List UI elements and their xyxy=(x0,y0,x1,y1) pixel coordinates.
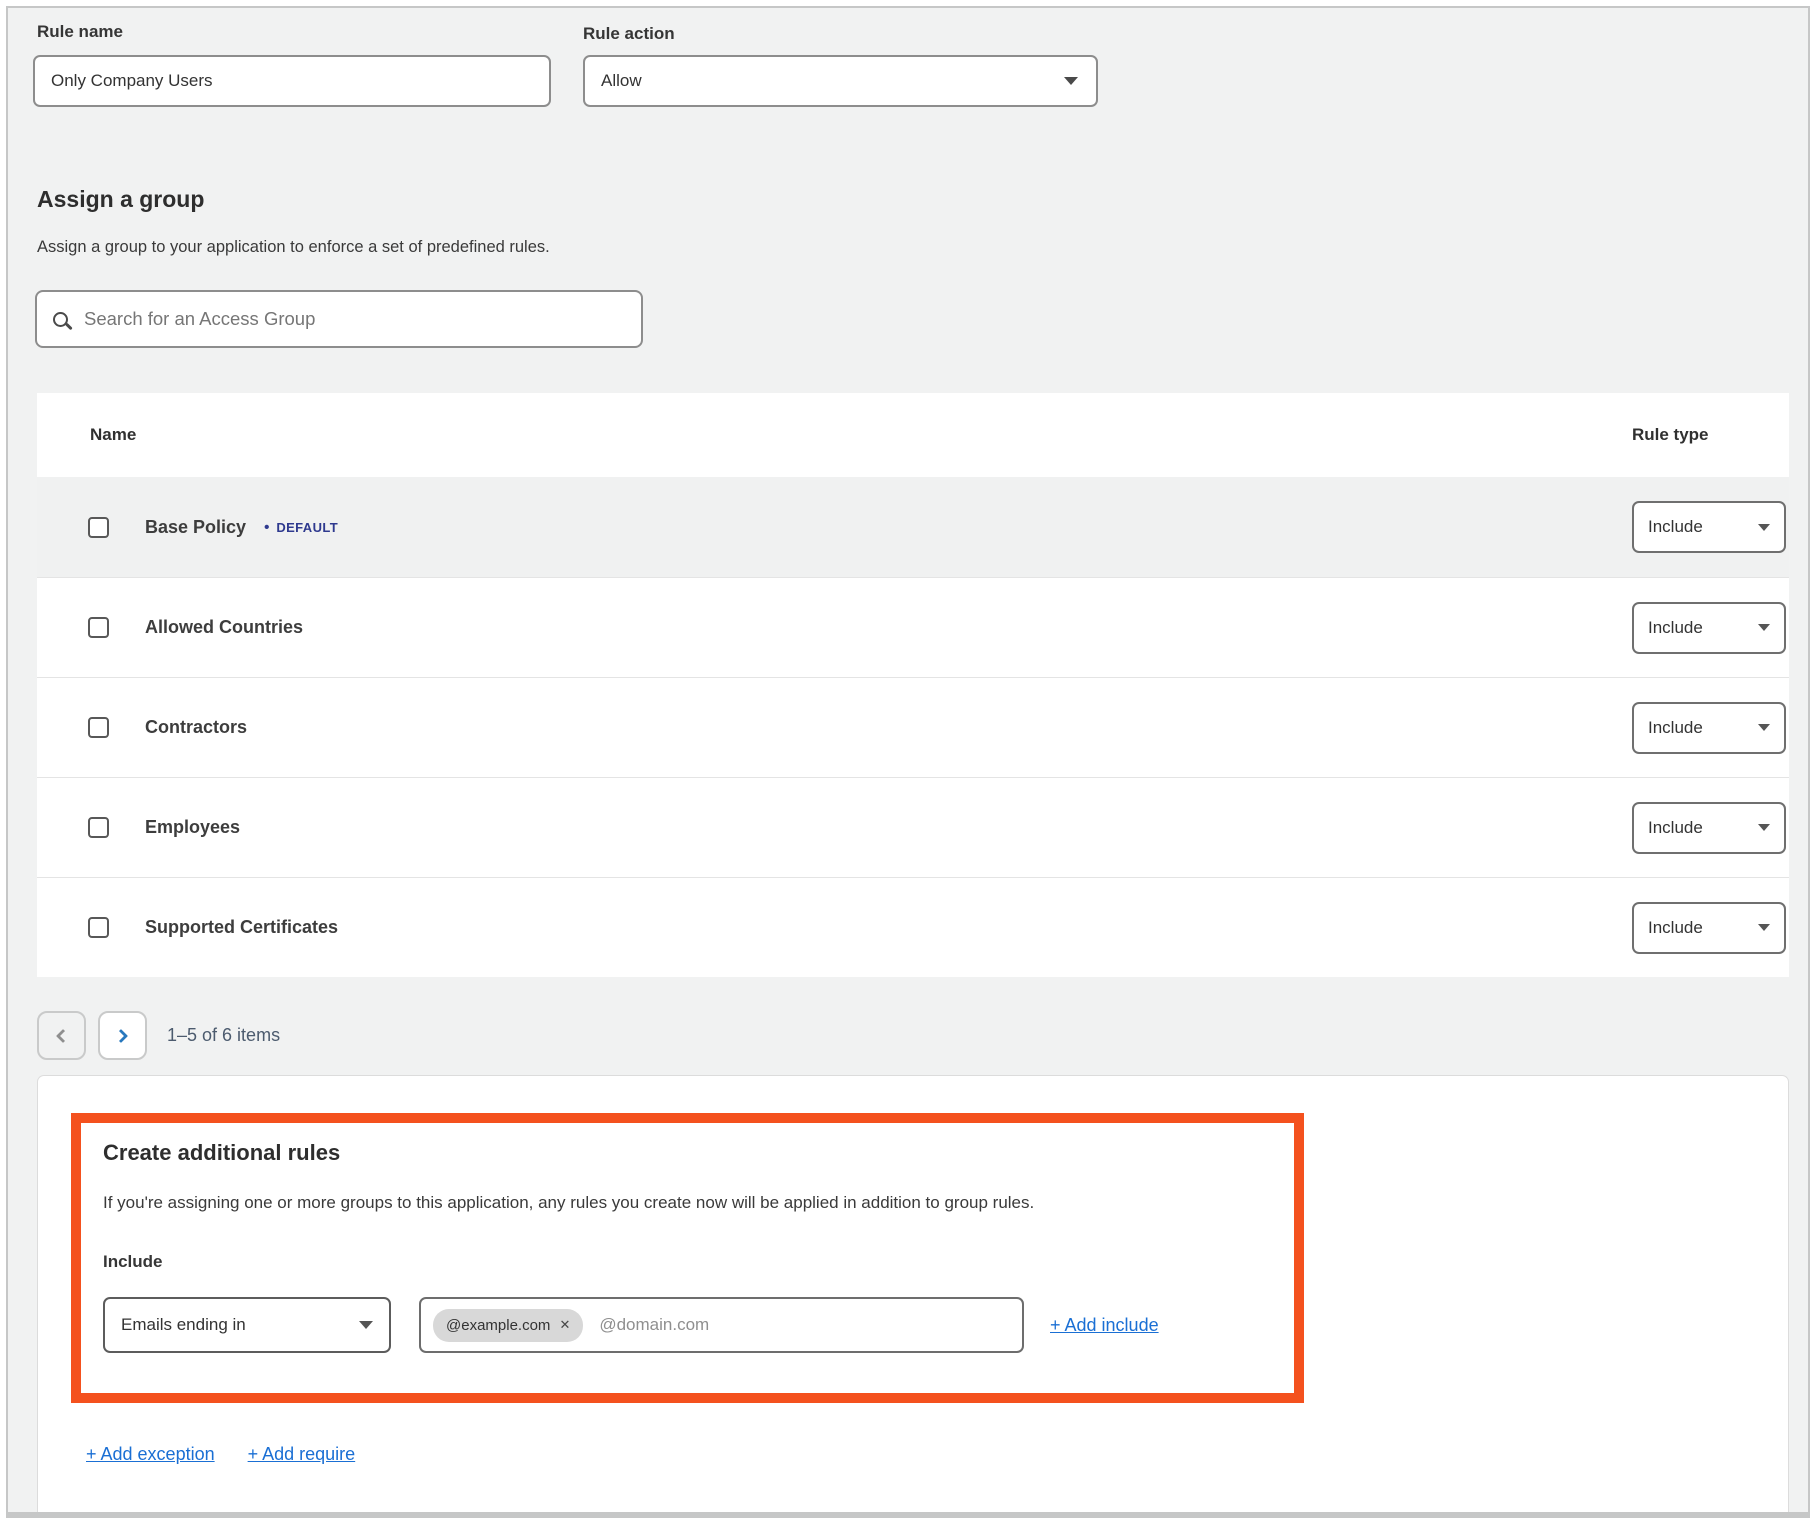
chevron-down-icon xyxy=(1758,824,1770,831)
rule-action-select[interactable]: Allow xyxy=(583,55,1098,107)
rule-name-input[interactable] xyxy=(33,55,551,107)
email-domain-input[interactable] xyxy=(599,1315,1010,1335)
add-require-link[interactable]: + Add require xyxy=(248,1444,356,1465)
rule-type-select[interactable]: Include xyxy=(1632,802,1786,854)
chevron-down-icon xyxy=(1758,624,1770,631)
chevron-right-icon xyxy=(114,1028,128,1042)
rule-type-value: Include xyxy=(1648,718,1703,738)
default-badge: • DEFAULT xyxy=(264,519,338,536)
chevron-down-icon xyxy=(1758,524,1770,531)
chip-remove-icon[interactable]: ✕ xyxy=(559,1317,570,1333)
rule-type-select[interactable]: Include xyxy=(1632,602,1786,654)
table-row: Employees Include xyxy=(37,777,1789,877)
next-page-button[interactable] xyxy=(98,1011,147,1060)
column-header-name: Name xyxy=(90,425,1632,445)
rule-type-value: Include xyxy=(1648,517,1703,537)
group-name: Contractors xyxy=(145,717,247,738)
rule-type-value: Include xyxy=(1648,618,1703,638)
create-additional-rules-heading: Create additional rules xyxy=(103,1140,1272,1166)
page-frame: Rule name Rule action Allow Assign a gro… xyxy=(6,6,1810,1518)
rule-type-select[interactable]: Include xyxy=(1632,902,1786,954)
include-label: Include xyxy=(103,1252,1272,1272)
previous-page-button[interactable] xyxy=(37,1011,86,1060)
row-checkbox[interactable] xyxy=(88,517,109,538)
table-row: Supported Certificates Include xyxy=(37,877,1789,977)
default-badge-label: DEFAULT xyxy=(276,520,338,535)
assign-group-heading: Assign a group xyxy=(37,186,204,213)
search-input[interactable] xyxy=(84,308,625,330)
group-name: Supported Certificates xyxy=(145,917,338,938)
search-icon xyxy=(53,312,68,327)
rule-type-select[interactable]: Include xyxy=(1632,702,1786,754)
row-checkbox[interactable] xyxy=(88,817,109,838)
add-exception-link[interactable]: + Add exception xyxy=(86,1444,215,1465)
pagination: 1–5 of 6 items xyxy=(37,1011,280,1060)
group-name: Allowed Countries xyxy=(145,617,303,638)
rule-type-select[interactable]: Include xyxy=(1632,501,1786,553)
highlight-box: Create additional rules If you're assign… xyxy=(71,1113,1304,1403)
table-row: Allowed Countries Include xyxy=(37,577,1789,677)
column-header-rule-type: Rule type xyxy=(1632,425,1789,445)
rule-type-value: Include xyxy=(1648,818,1703,838)
rule-action-label: Rule action xyxy=(583,24,675,44)
row-checkbox[interactable] xyxy=(88,717,109,738)
pagination-label: 1–5 of 6 items xyxy=(167,1025,280,1046)
chevron-down-icon xyxy=(359,1321,373,1329)
chevron-down-icon xyxy=(1758,924,1770,931)
assign-group-description: Assign a group to your application to en… xyxy=(37,238,550,257)
add-include-link[interactable]: + Add include xyxy=(1050,1315,1159,1336)
default-badge-dot: • xyxy=(264,519,269,536)
rule-type-value: Include xyxy=(1648,918,1703,938)
chevron-down-icon xyxy=(1758,724,1770,731)
email-domain-tag-input[interactable]: @example.com ✕ xyxy=(419,1297,1024,1353)
include-rule-controls: Emails ending in @example.com ✕ + Add in… xyxy=(103,1297,1272,1353)
email-domain-chip: @example.com ✕ xyxy=(433,1309,583,1342)
chevron-left-icon xyxy=(56,1028,70,1042)
rule-selector-select[interactable]: Emails ending in xyxy=(103,1297,391,1353)
rule-selector-value: Emails ending in xyxy=(121,1315,246,1335)
row-checkbox[interactable] xyxy=(88,917,109,938)
create-additional-rules-description: If you're assigning one or more groups t… xyxy=(103,1193,1272,1213)
chip-label: @example.com xyxy=(446,1317,550,1334)
rule-name-label: Rule name xyxy=(37,22,123,42)
table-row: Contractors Include xyxy=(37,677,1789,777)
rule-action-value: Allow xyxy=(601,71,642,91)
table-row: Base Policy • DEFAULT Include xyxy=(37,477,1789,577)
groups-table: Name Rule type Base Policy • DEFAULT Inc… xyxy=(37,393,1789,977)
group-name: Employees xyxy=(145,817,240,838)
additional-rules-card: Create additional rules If you're assign… xyxy=(37,1075,1789,1512)
chevron-down-icon xyxy=(1064,77,1078,85)
access-group-search[interactable] xyxy=(35,290,643,348)
rule-footer-links: + Add exception + Add require xyxy=(86,1444,355,1465)
row-checkbox[interactable] xyxy=(88,617,109,638)
table-header: Name Rule type xyxy=(37,393,1789,477)
group-name: Base Policy xyxy=(145,517,246,538)
